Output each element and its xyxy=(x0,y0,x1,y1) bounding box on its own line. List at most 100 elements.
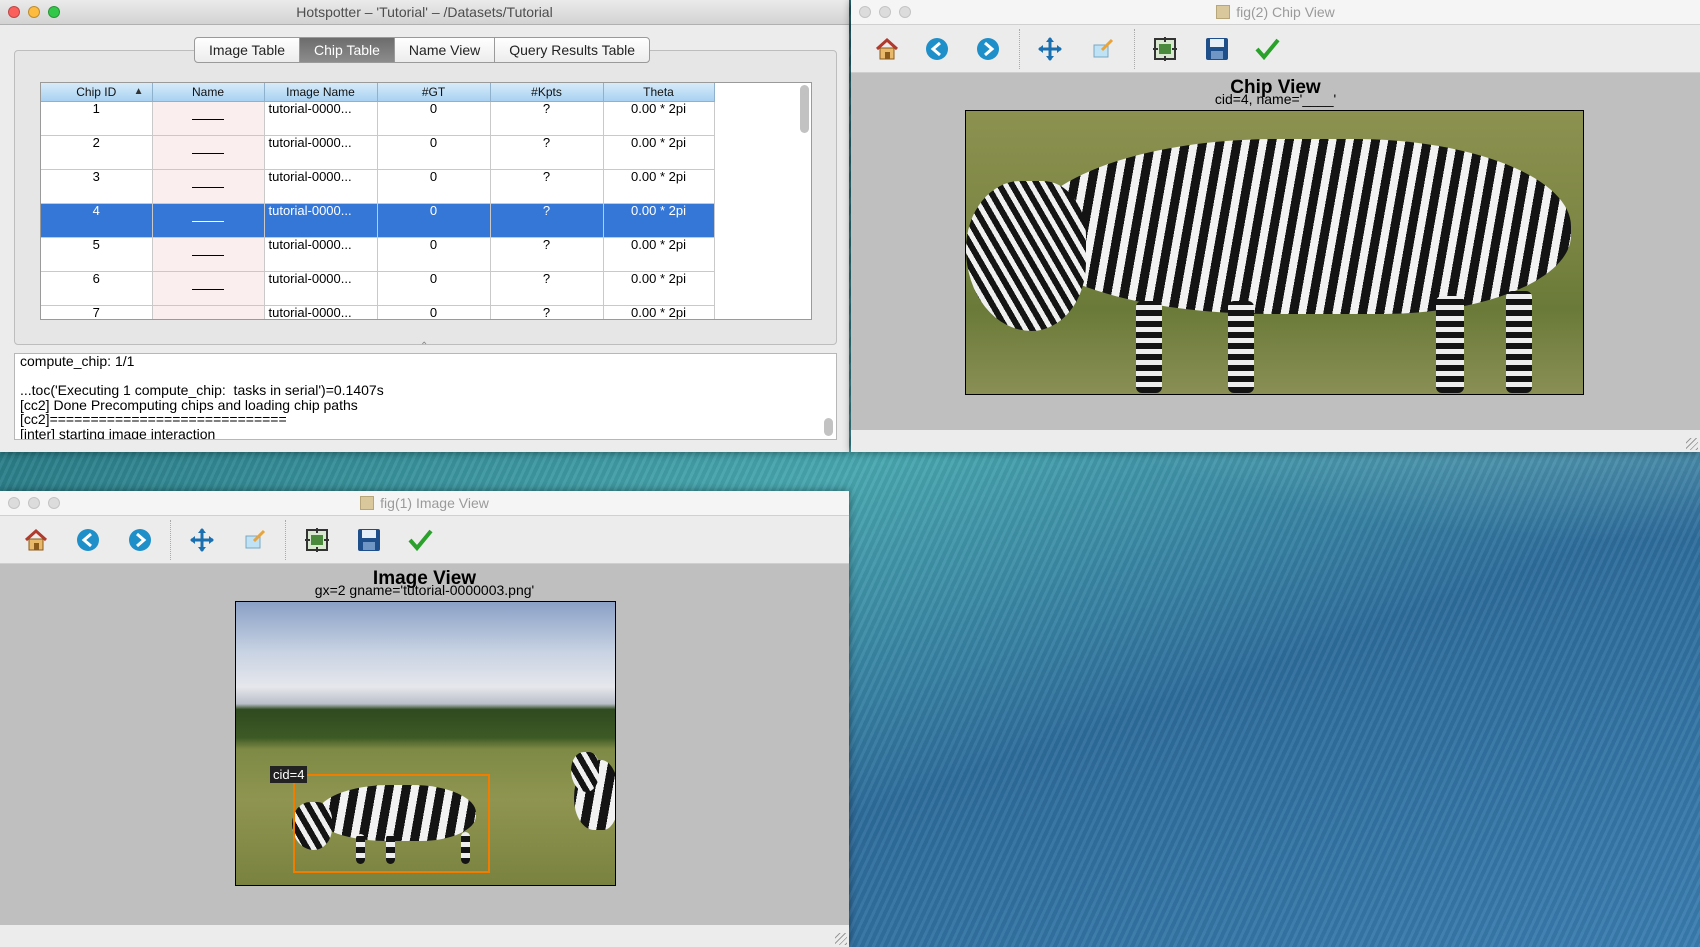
forward-icon[interactable] xyxy=(126,526,154,554)
log-console[interactable]: compute_chip: 1/1 ...toc('Executing 1 co… xyxy=(14,353,837,440)
table-row[interactable]: 5 tutorial-0000... 0 ? 0.00 * 2pi xyxy=(41,237,715,272)
cell-name[interactable] xyxy=(152,305,265,319)
close-icon[interactable] xyxy=(8,6,20,18)
cell-image-name[interactable]: tutorial-0000... xyxy=(264,169,378,204)
cell-theta[interactable]: 0.00 * 2pi xyxy=(603,203,715,238)
column-header-chip-id[interactable]: Chip ID ▲ xyxy=(41,83,153,102)
cell-theta[interactable]: 0.00 * 2pi xyxy=(603,237,715,272)
save-icon[interactable] xyxy=(355,526,383,554)
save-icon[interactable] xyxy=(1203,35,1231,63)
zebra-head xyxy=(966,181,1086,331)
cell-kpts[interactable]: ? xyxy=(490,237,604,272)
close-icon[interactable] xyxy=(8,497,20,509)
zoom-window-icon[interactable] xyxy=(899,6,911,18)
column-header-kpts[interactable]: #Kpts xyxy=(490,83,604,102)
back-icon[interactable] xyxy=(923,35,951,63)
cell-name[interactable] xyxy=(152,135,265,170)
full-image[interactable]: cid=4 xyxy=(235,601,616,886)
cell-gt[interactable]: 0 xyxy=(377,203,491,238)
cell-kpts[interactable]: ? xyxy=(490,203,604,238)
tab-query-results-table[interactable]: Query Results Table xyxy=(495,38,649,62)
cell-kpts[interactable]: ? xyxy=(490,169,604,204)
zoom-window-icon[interactable] xyxy=(48,6,60,18)
cell-chip-id[interactable]: 2 xyxy=(41,135,153,170)
cell-image-name[interactable]: tutorial-0000... xyxy=(264,101,378,136)
hotspotter-main-window: Hotspotter – 'Tutorial' – /Datasets/Tuto… xyxy=(0,0,849,452)
chip-view-titlebar[interactable]: fig(2) Chip View xyxy=(851,0,1700,25)
chip-figure-area[interactable]: Chip View cid=4, name='____' xyxy=(851,73,1700,430)
table-row-selected[interactable]: 4 tutorial-0000... 0 ? 0.00 * 2pi xyxy=(41,203,715,238)
cell-gt[interactable]: 0 xyxy=(377,135,491,170)
resize-grip-icon[interactable] xyxy=(835,933,847,945)
splitter-handle-icon[interactable]: ⌃ xyxy=(420,341,428,352)
configure-subplots-icon[interactable] xyxy=(303,526,331,554)
resize-grip-icon[interactable] xyxy=(1686,438,1698,450)
log-scrollbar[interactable] xyxy=(824,418,833,436)
zoom-icon[interactable] xyxy=(1089,35,1117,63)
back-icon[interactable] xyxy=(74,526,102,554)
column-header-name[interactable]: Name xyxy=(152,83,265,102)
cell-theta[interactable]: 0.00 * 2pi xyxy=(603,135,715,170)
cell-gt[interactable]: 0 xyxy=(377,101,491,136)
minimize-icon[interactable] xyxy=(28,6,40,18)
cell-kpts[interactable]: ? xyxy=(490,135,604,170)
main-titlebar[interactable]: Hotspotter – 'Tutorial' – /Datasets/Tuto… xyxy=(0,0,849,25)
minimize-icon[interactable] xyxy=(879,6,891,18)
minimize-icon[interactable] xyxy=(28,497,40,509)
tab-name-view[interactable]: Name View xyxy=(395,38,496,62)
image-figure-area[interactable]: Image View gx=2 gname='tutorial-0000003.… xyxy=(0,564,849,925)
image-view-titlebar[interactable]: fig(1) Image View xyxy=(0,491,849,516)
zoom-window-icon[interactable] xyxy=(48,497,60,509)
cell-name[interactable] xyxy=(152,203,265,238)
cell-kpts[interactable]: ? xyxy=(490,101,604,136)
cell-chip-id[interactable]: 3 xyxy=(41,169,153,204)
table-row[interactable]: 6 tutorial-0000... 0 ? 0.00 * 2pi xyxy=(41,271,715,306)
cell-image-name[interactable]: tutorial-0000... xyxy=(264,237,378,272)
cell-gt[interactable]: 0 xyxy=(377,305,491,319)
check-icon[interactable] xyxy=(406,526,434,554)
cell-name[interactable] xyxy=(152,237,265,272)
cell-gt[interactable]: 0 xyxy=(377,237,491,272)
tab-image-table[interactable]: Image Table xyxy=(195,38,301,62)
table-row[interactable]: 7 tutorial-0000... 0 ? 0.00 * 2pi xyxy=(41,305,715,319)
configure-subplots-icon[interactable] xyxy=(1151,35,1179,63)
column-header-image-name[interactable]: Image Name xyxy=(264,83,378,102)
zoom-icon[interactable] xyxy=(241,526,269,554)
cell-theta[interactable]: 0.00 * 2pi xyxy=(603,169,715,204)
column-header-theta[interactable]: Theta xyxy=(603,83,715,102)
cell-chip-id[interactable]: 4 xyxy=(41,203,153,238)
annotation-box[interactable] xyxy=(293,774,490,873)
cell-name[interactable] xyxy=(152,169,265,204)
column-header-gt[interactable]: #GT xyxy=(377,83,491,102)
cell-chip-id[interactable]: 5 xyxy=(41,237,153,272)
cell-image-name[interactable]: tutorial-0000... xyxy=(264,135,378,170)
pan-icon[interactable] xyxy=(188,526,216,554)
cell-chip-id[interactable]: 7 xyxy=(41,305,153,319)
check-icon[interactable] xyxy=(1253,35,1281,63)
cell-chip-id[interactable]: 6 xyxy=(41,271,153,306)
cell-kpts[interactable]: ? xyxy=(490,271,604,306)
tab-chip-table[interactable]: Chip Table xyxy=(300,38,395,62)
cell-gt[interactable]: 0 xyxy=(377,169,491,204)
cell-kpts[interactable]: ? xyxy=(490,305,604,319)
table-row[interactable]: 1 tutorial-0000... 0 ? 0.00 * 2pi xyxy=(41,101,715,136)
table-scrollbar[interactable] xyxy=(800,85,809,133)
cell-name[interactable] xyxy=(152,101,265,136)
cell-chip-id[interactable]: 1 xyxy=(41,101,153,136)
table-row[interactable]: 3 tutorial-0000... 0 ? 0.00 * 2pi xyxy=(41,169,715,204)
home-icon[interactable] xyxy=(22,526,50,554)
cell-name[interactable] xyxy=(152,271,265,306)
close-icon[interactable] xyxy=(859,6,871,18)
pan-icon[interactable] xyxy=(1036,35,1064,63)
cell-theta[interactable]: 0.00 * 2pi xyxy=(603,271,715,306)
cell-image-name[interactable]: tutorial-0000... xyxy=(264,271,378,306)
cell-gt[interactable]: 0 xyxy=(377,271,491,306)
cell-theta[interactable]: 0.00 * 2pi xyxy=(603,305,715,319)
home-icon[interactable] xyxy=(873,35,901,63)
cell-image-name[interactable]: tutorial-0000... xyxy=(264,203,378,238)
table-row[interactable]: 2 tutorial-0000... 0 ? 0.00 * 2pi xyxy=(41,135,715,170)
cell-theta[interactable]: 0.00 * 2pi xyxy=(603,101,715,136)
chip-image[interactable] xyxy=(965,110,1584,395)
forward-icon[interactable] xyxy=(974,35,1002,63)
cell-image-name[interactable]: tutorial-0000... xyxy=(264,305,378,319)
